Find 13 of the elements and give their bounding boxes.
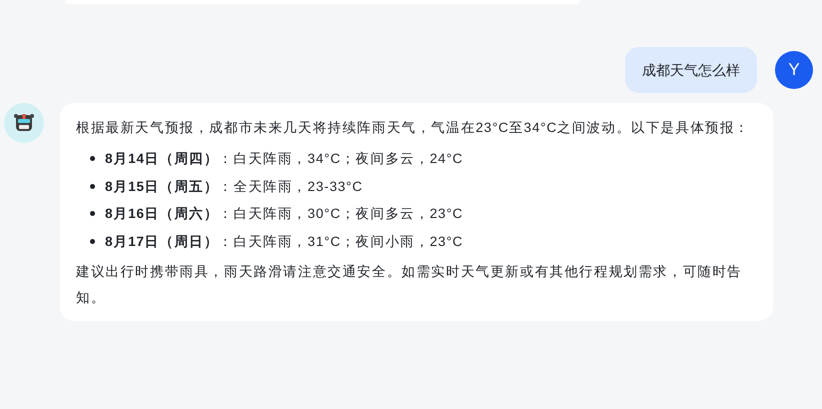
bullet-icon — [90, 184, 95, 189]
forecast-item: 8月15日（周五）：全天阵雨，23-33°C — [105, 178, 363, 196]
forecast-item: 8月17日（周日）：白天阵雨，31°C；夜间小雨，23°C — [105, 232, 464, 251]
bullet-icon — [90, 156, 95, 162]
forecast-item: 8月16日（周六）：白天阵雨，30°C；夜间多云，23°C — [105, 205, 464, 223]
robot-avatar-icon — [4, 103, 44, 143]
user-avatar: Y — [775, 51, 813, 89]
bullet-icon — [90, 211, 95, 216]
bullet-icon — [90, 238, 95, 244]
message-paragraph: 建议出行时携带雨具，雨天路滑请注意交通安全。如需实时天气更新或有其他行程规划需求，可随时告知。 — [76, 263, 743, 307]
message-paragraph: 根据最新天气预报，成都市未来几天将持续阵雨天气，气温在23°C至34°C之间波动。以下是具体预报： — [76, 119, 751, 137]
user-message: 成都天气怎么样 — [625, 47, 757, 93]
forecast-item: 8月14日（周四）：白天阵雨，34°C；夜间多云，24°C — [105, 150, 464, 168]
